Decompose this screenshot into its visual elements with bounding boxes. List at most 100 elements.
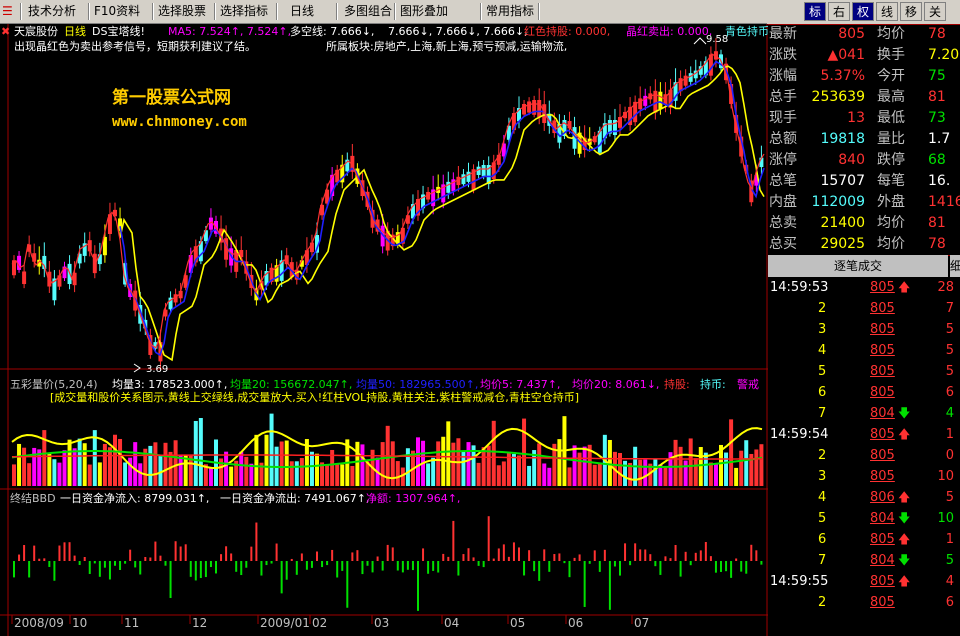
bbd-outflow-bar bbox=[295, 561, 298, 575]
menu-multi-chart[interactable]: 多图组合 bbox=[344, 2, 392, 21]
tick-time: 5 bbox=[818, 364, 827, 379]
bbd-inflow-bar bbox=[593, 550, 596, 561]
bbd-outflow-bar bbox=[321, 561, 324, 568]
bbd-inflow-bar bbox=[512, 542, 515, 561]
volume-bar bbox=[193, 420, 198, 486]
tick-volume: 4 bbox=[945, 406, 954, 421]
volume-bar bbox=[688, 438, 693, 486]
bbd-outflow-bar bbox=[730, 561, 733, 578]
volume-bar bbox=[57, 462, 62, 486]
bbd-outflow-bar bbox=[341, 561, 344, 571]
bbd-outflow-bar bbox=[629, 561, 632, 566]
jp5: 均价5: 7.437↑, bbox=[480, 378, 561, 391]
menu-overlay[interactable]: 图形叠加 bbox=[400, 2, 448, 21]
bbd-outflow: 一日资金净流出: 7491.067↑, bbox=[220, 492, 370, 505]
bbd-outflow-bar bbox=[548, 561, 551, 572]
menu-tech-analysis[interactable]: 技术分析 bbox=[28, 2, 76, 21]
bbd-inflow-bar bbox=[492, 558, 495, 561]
bbd-inflow-bar bbox=[447, 556, 450, 561]
volume-bar bbox=[335, 463, 340, 486]
volume-bar bbox=[133, 442, 138, 486]
tick-time: 14:59:54 bbox=[770, 427, 829, 442]
bbd-outflow-bar bbox=[598, 561, 601, 572]
bbd-inflow-bar bbox=[33, 545, 36, 561]
date-label: 04 bbox=[444, 616, 459, 630]
tab-biao[interactable]: 标 bbox=[804, 2, 826, 21]
volume-bar bbox=[451, 442, 456, 486]
quote-label: 最新 bbox=[769, 26, 797, 42]
quote-value: 75 bbox=[928, 68, 946, 84]
volume-bar bbox=[22, 447, 27, 486]
bbd-inflow-bar bbox=[497, 548, 500, 561]
quote-label: 现手 bbox=[769, 110, 797, 126]
volume-bar bbox=[299, 458, 304, 486]
tab-quan[interactable]: 权 bbox=[852, 2, 874, 21]
tick-volume: 28 bbox=[937, 280, 954, 295]
menu-period[interactable]: 日线 bbox=[290, 2, 314, 21]
toolbar-separator bbox=[88, 3, 90, 20]
quote-value: 5.37% bbox=[820, 68, 865, 84]
quote-value: 68 bbox=[928, 152, 946, 168]
indicator-name: DS宝塔线! bbox=[92, 25, 145, 38]
tick-tab-extra[interactable]: 细 bbox=[950, 255, 960, 277]
bbd-outflow-bar bbox=[164, 561, 167, 566]
quote-label: 换手 bbox=[877, 47, 905, 63]
quote-label: 总额 bbox=[769, 131, 797, 147]
tick-time: 6 bbox=[818, 385, 827, 400]
volume-bar bbox=[239, 451, 244, 486]
bbd-inflow-bar bbox=[38, 558, 41, 561]
bbd-inflow-bar bbox=[23, 545, 26, 561]
tab-xian[interactable]: 线 bbox=[876, 2, 898, 21]
bbd-outflow-bar bbox=[608, 561, 611, 610]
menu-f10[interactable]: F10资料 bbox=[94, 2, 140, 21]
volume-bar bbox=[673, 439, 678, 486]
tick-price: 805 bbox=[870, 280, 895, 295]
menu-common-indicators[interactable]: 常用指标 bbox=[486, 2, 534, 21]
volume-bar bbox=[537, 443, 542, 486]
tab-you[interactable]: 右 bbox=[828, 2, 850, 21]
quote-label: 涨跌 bbox=[769, 47, 797, 63]
tick-price: 805 bbox=[870, 448, 895, 463]
bbd-inflow-bar bbox=[578, 554, 581, 561]
bbd-inflow-bar bbox=[220, 554, 223, 561]
bbd-outflow-bar bbox=[619, 561, 621, 576]
bbd-outflow-bar bbox=[411, 561, 414, 571]
candle-body bbox=[461, 174, 466, 185]
date-label: 02 bbox=[312, 616, 327, 630]
bbd-outflow-bar bbox=[119, 561, 122, 570]
tab-yi[interactable]: 移 bbox=[900, 2, 922, 21]
menu-select-indicator[interactable]: 选择指标 bbox=[220, 2, 268, 21]
tick-list-header[interactable]: 逐笔成交 bbox=[768, 255, 948, 277]
tick-price: 805 bbox=[870, 364, 895, 379]
quote-value: 73 bbox=[928, 110, 946, 126]
pin-icon[interactable]: ✖ bbox=[1, 25, 10, 38]
bbd-inflow-bar bbox=[159, 555, 162, 561]
menu-select-stock[interactable]: 选择股票 bbox=[158, 2, 206, 21]
bbd-outflow-bar bbox=[745, 561, 748, 574]
bbd-outflow-bar bbox=[523, 561, 526, 576]
quote-value: 7.20 bbox=[928, 47, 960, 63]
volume-bar bbox=[713, 464, 718, 486]
bbd-inflow-bar bbox=[275, 543, 278, 561]
bbd-inflow-bar bbox=[518, 547, 520, 561]
ma-value: MA5: 7.524↑, 7.524↑, bbox=[168, 25, 292, 38]
bbd-inflow-bar bbox=[376, 556, 379, 561]
volume-bar bbox=[128, 457, 133, 486]
volume-bar bbox=[315, 453, 319, 486]
volume-bar bbox=[405, 448, 410, 486]
quote-divider bbox=[768, 24, 960, 25]
bbd-outflow-bar bbox=[366, 561, 369, 566]
toolbar-separator bbox=[538, 3, 540, 20]
volume-bar bbox=[739, 450, 744, 486]
bbd-inflow-bar bbox=[553, 554, 556, 561]
tab-guan[interactable]: 关 bbox=[924, 2, 946, 21]
tick-volume: 5 bbox=[945, 553, 954, 568]
volume-bar bbox=[446, 421, 451, 486]
tick-row: 4 805 5 bbox=[768, 340, 960, 361]
bbd-outflow-bar bbox=[270, 561, 273, 564]
toolbar-separator bbox=[394, 3, 396, 20]
tick-row: 4 806 🡅 5 bbox=[768, 487, 960, 508]
candle-body bbox=[658, 91, 663, 109]
watermark-url: www.chnmoney.com bbox=[112, 114, 247, 130]
toolbar-separator bbox=[336, 3, 338, 20]
